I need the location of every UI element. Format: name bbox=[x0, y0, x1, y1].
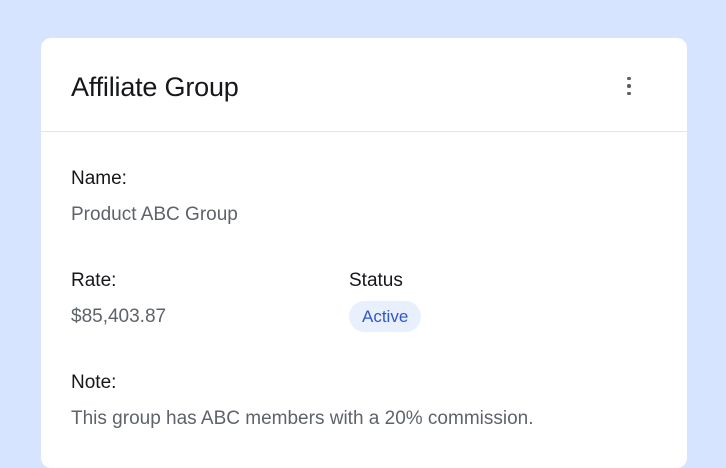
card-title: Affiliate Group bbox=[71, 72, 239, 102]
status-badge: Active bbox=[349, 301, 422, 332]
status-label: Status bbox=[349, 270, 403, 291]
note-value: This group has ABC members with a 20% co… bbox=[71, 408, 534, 429]
note-label: Note: bbox=[71, 372, 117, 393]
name-value: Product ABC Group bbox=[71, 204, 238, 225]
more-options-button[interactable] bbox=[619, 73, 639, 99]
card-header: Affiliate Group bbox=[41, 38, 687, 132]
rate-label: Rate: bbox=[71, 270, 117, 291]
affiliate-group-card: Affiliate Group Name: Product ABC Group … bbox=[41, 38, 687, 468]
more-vertical-icon bbox=[627, 76, 631, 96]
name-label: Name: bbox=[71, 168, 127, 189]
rate-value: $85,403.87 bbox=[71, 306, 167, 327]
